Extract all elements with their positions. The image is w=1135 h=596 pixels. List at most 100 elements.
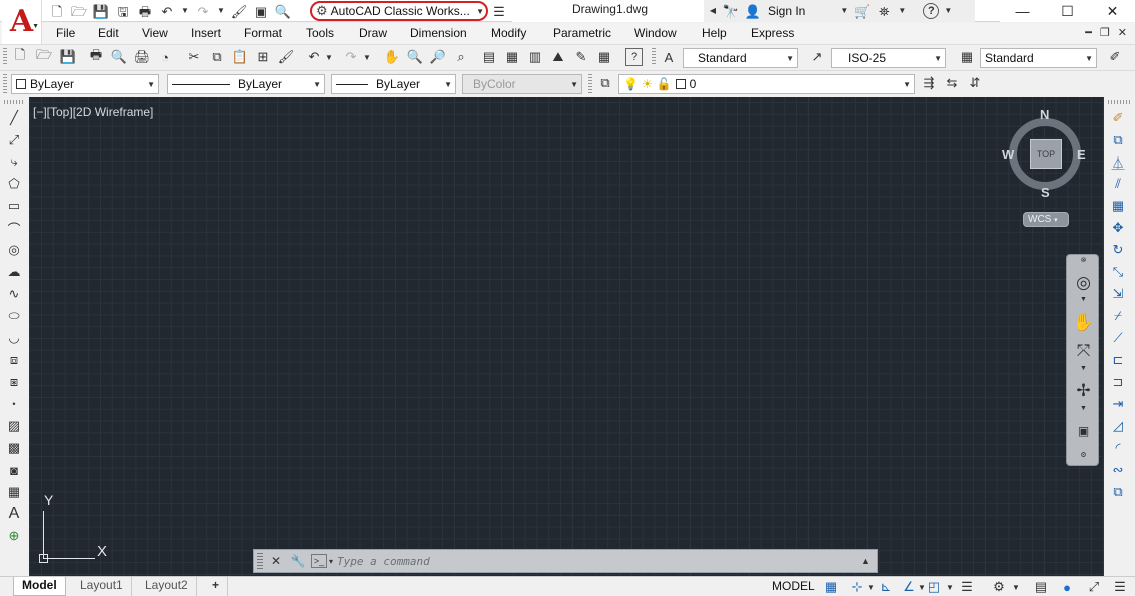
save-as-icon[interactable]: 🖫 [114,2,132,20]
navbar-customize-icon[interactable]: ⚙ [1067,451,1100,459]
menu-file[interactable]: File [56,26,75,40]
cut-icon[interactable]: ✂ [185,48,203,66]
tab-model[interactable]: Model [13,577,66,596]
offset-icon[interactable]: ⫽ [1108,174,1128,194]
3d-dwf-icon[interactable]: ◔ [156,48,174,66]
array-icon[interactable]: ▦ [1108,196,1128,216]
erase-icon[interactable]: ✐ [1108,108,1128,128]
text-style-select[interactable]: Standard ▼ [683,48,798,68]
region-icon[interactable]: ◙ [4,460,24,480]
minimize-icon[interactable]: — [1000,0,1045,22]
doc-restore-icon[interactable]: ❐ [1100,26,1110,39]
zoom-previous-icon[interactable]: ⌕ [452,48,470,66]
break-at-point-icon[interactable]: ⊏ [1108,350,1128,370]
polyline-icon[interactable]: ⤷ [4,152,24,172]
pan-hand-icon[interactable]: ✋ [383,48,401,66]
viewcube[interactable]: TOP N S E W [1002,107,1086,201]
join-icon[interactable]: ⇥ [1108,394,1128,414]
blend-curves-icon[interactable]: ∾ [1108,460,1128,480]
navbar-close-icon[interactable]: ⊗ [1067,256,1100,264]
doc-minimize-icon[interactable]: ━ [1085,26,1092,39]
help-icon[interactable]: ? [923,3,940,19]
toolbar-grip[interactable] [4,100,25,104]
wrench-icon[interactable]: 🔧 [289,552,307,570]
sheet-set-icon[interactable]: ⛰ [549,48,567,66]
undo-icon[interactable]: ↶ [305,48,323,66]
spline-icon[interactable]: ∿ [4,284,24,304]
polygon-icon[interactable]: ⬠ [4,174,24,194]
multileader-style-icon[interactable]: ✐ [1106,48,1124,66]
linetype-control-select[interactable]: ByLayer ▼ [167,74,325,94]
hatch-icon[interactable]: ▨ [4,416,24,436]
expand-history-icon[interactable]: ▲ [861,556,877,566]
trim-icon[interactable]: ⌿ [1108,306,1128,326]
doc-close-icon[interactable]: ✕ [1118,26,1127,39]
publish-icon[interactable]: ▣ [252,2,270,20]
color-control-select[interactable]: ByLayer ▼ [11,74,159,94]
match-properties-icon[interactable]: 🖌 [230,2,248,20]
sign-in-dropdown-icon[interactable]: ▼ [839,2,849,20]
point-icon[interactable]: • [4,394,24,414]
snap-icon[interactable]: ⊹ [848,578,866,596]
ellipse-icon[interactable]: ⬭ [4,306,24,326]
layer-control-select[interactable]: 💡 ☀ 🔓 0 ▼ [618,74,915,94]
drawing-canvas[interactable]: [−][Top][2D Wireframe] TOP N S E W WCS ▾… [29,97,1104,576]
wcs-menu[interactable]: WCS ▾ [1023,212,1069,227]
extend-icon[interactable]: ⟋ [1108,328,1128,348]
open-folder-icon[interactable]: 🗁 [70,2,88,20]
customize-quick-access-icon[interactable]: ☰ [490,2,508,20]
gradient-icon[interactable]: ▩ [4,438,24,458]
move-icon[interactable]: ✥ [1108,218,1128,238]
scale-icon[interactable]: ⤡ [1108,262,1128,282]
customize-status-icon[interactable]: ☰ [958,578,976,596]
toolbar-grip[interactable] [3,74,7,93]
insert-block-icon[interactable]: ⧈ [4,350,24,370]
user-icon[interactable]: 👤 [744,2,762,20]
plot-preview-icon[interactable]: 🔍 [274,2,292,20]
print-icon[interactable]: 🖶 [136,2,154,20]
paste-icon[interactable]: 📋 [231,48,249,66]
chevron-down-icon[interactable]: ▼ [1067,405,1100,412]
circle-icon[interactable]: ◎ [4,240,24,260]
save-icon[interactable]: 💾 [92,2,110,20]
orbit-icon[interactable]: ✢ [1071,379,1096,403]
print-preview-icon[interactable]: 🔍 [110,48,128,66]
workspace-dropdown-icon[interactable]: ▼ [1011,578,1021,596]
undo-icon[interactable]: ↶ [158,2,176,20]
polar-tracking-icon[interactable]: ∠ [900,578,918,596]
menu-tools[interactable]: Tools [306,26,334,40]
copy-object-icon[interactable]: ⧉ [1108,130,1128,150]
compass-north[interactable]: N [1040,107,1049,122]
command-line-grip[interactable] [257,553,263,569]
close-icon[interactable]: ✕ [267,552,285,570]
workspace-gear-icon[interactable]: ⚙ [990,578,1008,596]
menu-express[interactable]: Express [751,26,794,40]
menu-dimension[interactable]: Dimension [410,26,467,40]
tool-palettes-icon[interactable]: ▥ [526,48,544,66]
search-expand-icon[interactable]: ◀ [708,2,718,20]
layer-states-icon[interactable]: ⇵ [966,74,984,92]
menu-modify[interactable]: Modify [491,26,526,40]
zoom-extents-icon[interactable]: ⤧ [1071,339,1096,363]
close-icon[interactable]: ✕ [1090,0,1135,22]
design-center-icon[interactable]: ▦ [503,48,521,66]
qnew-icon[interactable]: 🗋 [11,47,29,66]
publish-icon[interactable]: 🖨 [133,48,151,66]
menu-parametric[interactable]: Parametric [553,26,611,40]
menu-edit[interactable]: Edit [98,26,119,40]
tab-layout1[interactable]: Layout1 [72,577,132,596]
chevron-down-icon[interactable]: ▼ [1067,296,1100,303]
steering-wheel-icon[interactable]: ◎ [1071,271,1096,295]
multiline-text-icon[interactable]: A [4,504,24,524]
stretch-icon[interactable]: ⇲ [1108,284,1128,304]
object-snap-icon[interactable]: ◰ [925,578,943,596]
lineweight-control-select[interactable]: ByLayer ▼ [331,74,456,94]
compass-west[interactable]: W [1002,147,1014,162]
dimension-style-select[interactable]: ISO-25 ▼ [831,48,946,68]
redo-dropdown-icon[interactable]: ▼ [216,2,226,20]
table-style-select[interactable]: Standard ▼ [980,48,1097,68]
undo-dropdown-icon[interactable]: ▼ [324,48,334,66]
osnap-dropdown-icon[interactable]: ▼ [945,578,955,596]
layer-properties-icon[interactable]: ⧉ [596,74,614,92]
table-icon[interactable]: ▦ [4,482,24,502]
